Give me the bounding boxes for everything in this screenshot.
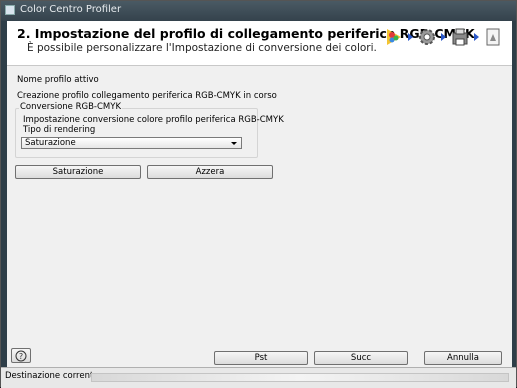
next-button[interactable]: Succ xyxy=(314,351,408,365)
step-arrow-icon xyxy=(408,33,413,41)
step-arrow-icon xyxy=(441,33,446,41)
step-subtitle: È possibile personalizzare l'Impostazion… xyxy=(27,42,377,54)
profile-status-text: Creazione profilo collegamento periferic… xyxy=(17,91,277,101)
chevron-down-icon xyxy=(231,142,237,145)
rendering-label: Tipo di rendering xyxy=(23,125,96,135)
help-icon: ? xyxy=(15,350,27,361)
title-bar: Color Centro Profiler xyxy=(1,1,516,21)
saturation-button[interactable]: Saturazione xyxy=(15,165,141,179)
conversion-setting-label: Impostazione conversione colore profilo … xyxy=(23,115,284,125)
current-destination-label: Destinazione corrente xyxy=(5,371,99,381)
reset-button[interactable]: Azzera xyxy=(147,165,273,179)
progress-bar xyxy=(91,373,509,382)
rendering-select[interactable]: Saturazione xyxy=(21,137,242,149)
step-header: 2. Impostazione del profilo di collegame… xyxy=(7,21,512,66)
rendering-select-value: Saturazione xyxy=(25,138,76,148)
window-title: Color Centro Profiler xyxy=(20,4,122,15)
document-icon xyxy=(482,26,504,48)
printer-icon xyxy=(449,26,471,48)
app-window: Color Centro Profiler 2. Impostazione de… xyxy=(0,0,517,388)
gear-icon xyxy=(416,26,438,48)
prev-button[interactable]: Pst xyxy=(214,351,308,365)
target-icon xyxy=(383,26,405,48)
step-arrow-icon xyxy=(474,33,479,41)
wizard-steps xyxy=(383,23,504,51)
status-bar: Destinazione corrente xyxy=(1,367,516,388)
svg-text:?: ? xyxy=(19,352,23,361)
client-area: 2. Impostazione del profilo di collegame… xyxy=(7,21,512,378)
cancel-button[interactable]: Annulla xyxy=(424,351,502,365)
help-button[interactable]: ? xyxy=(11,348,31,363)
app-icon xyxy=(5,5,15,15)
active-profile-label: Nome profilo attivo xyxy=(17,75,99,85)
conversion-group-title: Conversione RGB-CMYK xyxy=(19,102,123,112)
